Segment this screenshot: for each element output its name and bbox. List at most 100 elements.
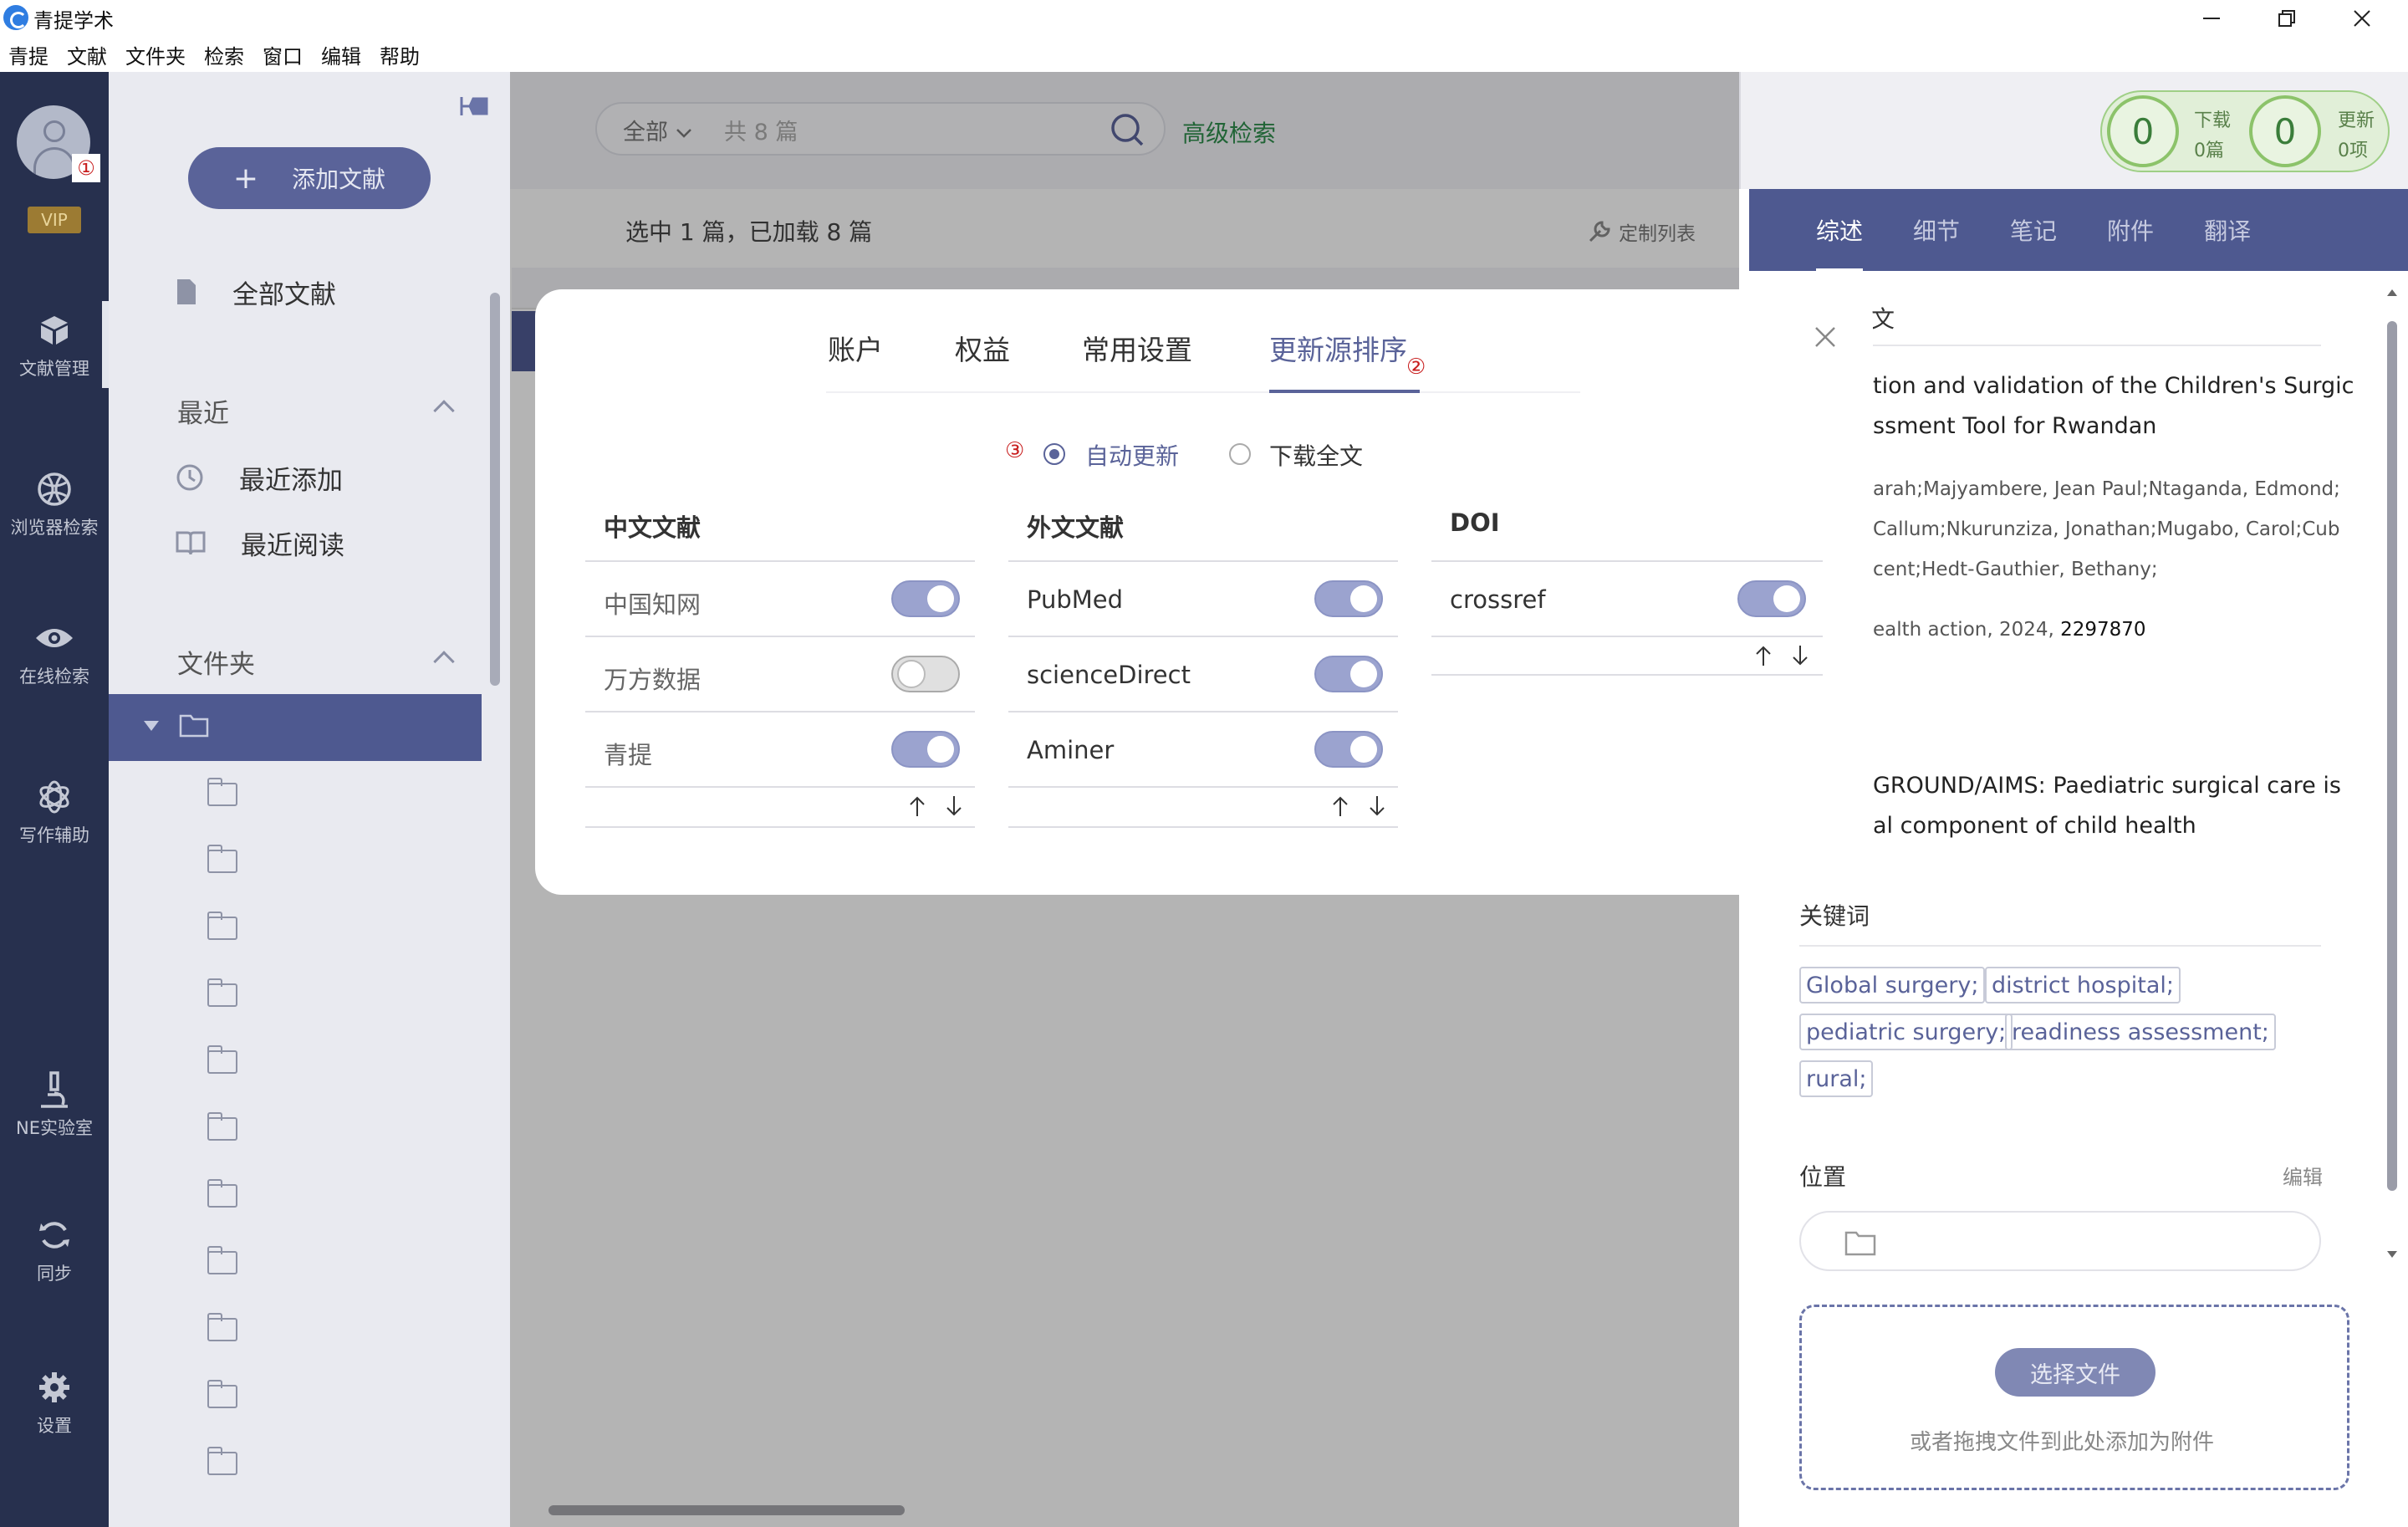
- keyword-tag[interactable]: readiness assessment;: [2005, 1014, 2276, 1050]
- tab-account[interactable]: 账户: [828, 328, 883, 368]
- divider: [1431, 674, 1823, 676]
- tab-translate[interactable]: 翻译: [2204, 213, 2251, 247]
- authors-line1: arah;Majyambere, Jean Paul;Ntaganda, Edm…: [1873, 478, 2340, 500]
- download-counter[interactable]: 0: [2107, 95, 2179, 167]
- move-down-icon[interactable]: [945, 794, 963, 818]
- window-title: 青提学术: [33, 9, 114, 33]
- divider: [585, 636, 975, 637]
- abstract-line2: al component of child health: [1873, 813, 2196, 839]
- toggle-pubmed[interactable]: [1314, 580, 1383, 617]
- app-logo-icon: [3, 5, 28, 30]
- toggle-qingti[interactable]: [891, 731, 960, 768]
- authors-line2: Callum;Nkurunziza, Jonathan;Mugabo, Caro…: [1873, 518, 2340, 540]
- divider: [1008, 786, 1398, 788]
- column-chinese-title: 中文文献: [604, 513, 701, 542]
- journal-name: ealth action, 2024,: [1873, 619, 2061, 641]
- detail-tabs: 综述 细节 笔记 附件 翻译: [1749, 189, 2408, 272]
- close-icon: [2354, 10, 2370, 27]
- download-sub: 0篇: [2194, 140, 2224, 161]
- move-up-icon[interactable]: [1754, 644, 1773, 667]
- menu-search[interactable]: 检索: [204, 40, 244, 69]
- tab-attachments[interactable]: 附件: [2107, 213, 2154, 247]
- toggle-crossref[interactable]: [1737, 580, 1806, 617]
- menu-edit[interactable]: 编辑: [321, 40, 361, 69]
- divider: [1799, 945, 2321, 947]
- attachment-dropzone[interactable]: [1799, 1305, 2349, 1490]
- radio-auto-update[interactable]: [1043, 443, 1065, 465]
- tab-details[interactable]: 细节: [1913, 213, 1960, 247]
- keyword-tag[interactable]: rural;: [1799, 1060, 1874, 1097]
- divider: [1799, 345, 2321, 346]
- download-label: 下载: [2194, 110, 2232, 131]
- annotation-badge-3: ③: [1005, 438, 1025, 463]
- folder-icon: [1844, 1231, 1876, 1256]
- source-aminer: Aminer: [1027, 736, 1115, 764]
- authors-line3: cent;Hedt-Gauthier, Bethany;: [1873, 559, 2158, 580]
- location-field[interactable]: [1799, 1211, 2321, 1271]
- keyword-tag[interactable]: district hospital;: [1985, 967, 2181, 1004]
- divider: [585, 786, 975, 788]
- restore-button[interactable]: [2249, 0, 2324, 37]
- choose-file-button[interactable]: 选择文件: [1995, 1348, 2155, 1397]
- backdrop-left: [0, 72, 510, 1527]
- download-update-counters: 0 下载 0篇 0 更新 0项: [2100, 90, 2390, 172]
- menu-literature[interactable]: 文献: [67, 40, 107, 69]
- source-pubmed: PubMed: [1027, 585, 1124, 614]
- tab-divider: [826, 391, 1580, 393]
- doc-title-line1: tion and validation of the Children's Su…: [1873, 373, 2354, 399]
- toggle-aminer[interactable]: [1314, 731, 1383, 768]
- doc-title-line2: ssment Tool for Rwandan: [1873, 413, 2157, 439]
- source-wanfang: 万方数据: [604, 666, 701, 694]
- menu-window[interactable]: 窗口: [263, 40, 303, 69]
- close-icon: [1815, 327, 1835, 347]
- toggle-wanfang[interactable]: [891, 656, 960, 692]
- menu-qingti[interactable]: 青提: [8, 40, 48, 69]
- divider: [1008, 560, 1398, 562]
- source-cnki: 中国知网: [604, 590, 701, 619]
- dialog-close-button[interactable]: [1811, 323, 1839, 355]
- radio-download-full-label: 下载全文: [1269, 442, 1364, 470]
- close-window-button[interactable]: [2324, 0, 2400, 37]
- move-up-icon[interactable]: [1331, 794, 1349, 818]
- tab-common-settings[interactable]: 常用设置: [1082, 328, 1192, 368]
- section-title: 文: [1871, 305, 1895, 333]
- tab-benefits[interactable]: 权益: [955, 328, 1010, 368]
- radio-download-full[interactable]: [1229, 443, 1251, 465]
- restore-icon: [2278, 10, 2295, 27]
- source-sciencedirect: scienceDirect: [1027, 661, 1191, 689]
- radio-auto-update-label: 自动更新: [1085, 442, 1180, 470]
- detail-scrollbar[interactable]: [2383, 288, 2401, 1266]
- divider: [585, 560, 975, 562]
- toggle-sciencedirect[interactable]: [1314, 656, 1383, 692]
- menu-folder[interactable]: 文件夹: [125, 40, 186, 69]
- keyword-tag[interactable]: Global surgery;: [1799, 967, 1986, 1004]
- attachment-hint: 或者拖拽文件到此处添加为附件: [1910, 1430, 2215, 1455]
- menu-bar: 青提 文献 文件夹 检索 窗口 编辑 帮助: [0, 37, 2408, 72]
- keyword-tag[interactable]: pediatric surgery;: [1799, 1014, 2013, 1050]
- minimize-icon: [2203, 18, 2220, 19]
- tab-update-source-order[interactable]: 更新源排序: [1269, 328, 1407, 368]
- divider: [1008, 826, 1398, 828]
- divider: [1008, 636, 1398, 637]
- menu-help[interactable]: 帮助: [380, 40, 420, 69]
- toggle-cnki[interactable]: [891, 580, 960, 617]
- move-down-icon[interactable]: [1791, 644, 1809, 667]
- divider: [1431, 636, 1823, 637]
- location-title: 位置: [1799, 1163, 1847, 1191]
- tab-overview[interactable]: 综述: [1816, 213, 1864, 272]
- move-up-icon[interactable]: [908, 794, 926, 818]
- location-edit-button[interactable]: 编辑: [2283, 1161, 2323, 1190]
- title-bar: [0, 0, 2408, 37]
- source-qingti: 青提: [604, 741, 653, 769]
- update-counter[interactable]: 0: [2249, 95, 2321, 167]
- update-label: 更新: [2338, 110, 2375, 131]
- annotation-badge-2: ②: [1406, 355, 1426, 380]
- keywords-title: 关键词: [1799, 902, 1870, 930]
- tab-notes[interactable]: 笔记: [2010, 213, 2057, 247]
- abstract-line1: GROUND/AIMS: Paediatric surgical care is: [1873, 773, 2341, 799]
- source-crossref: crossref: [1450, 585, 1546, 614]
- journal-info: ealth action, 2024, 2297870: [1873, 619, 2146, 641]
- minimize-button[interactable]: [2174, 0, 2249, 37]
- divider: [1008, 711, 1398, 712]
- move-down-icon[interactable]: [1368, 794, 1386, 818]
